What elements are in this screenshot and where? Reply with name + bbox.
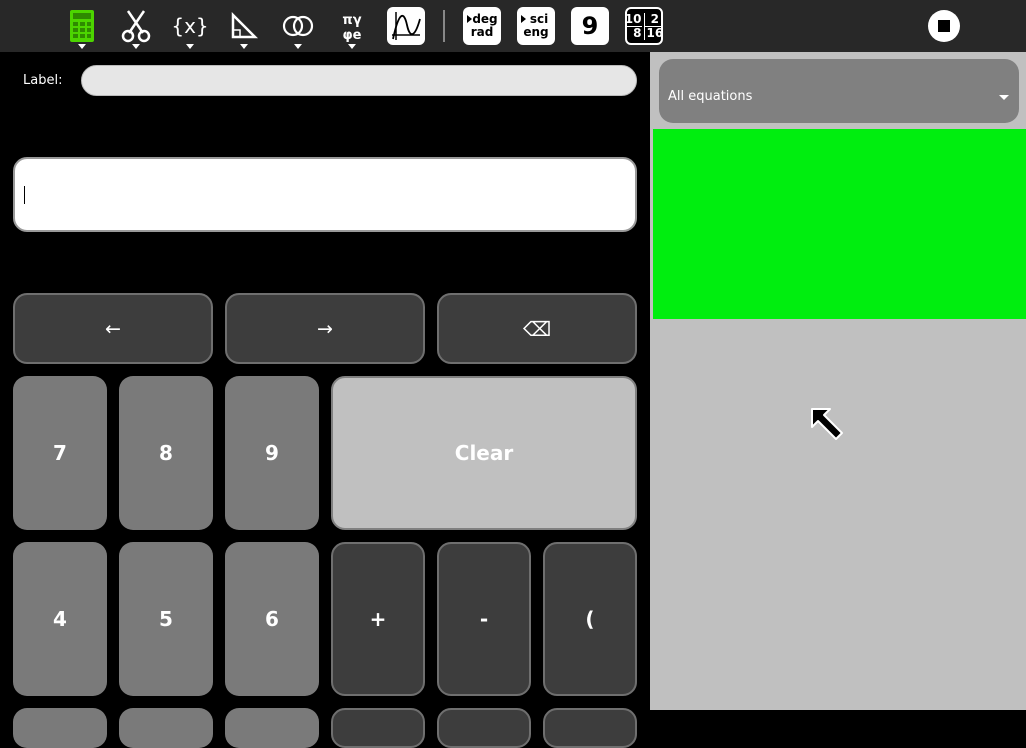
key-6-label: 6 bbox=[265, 607, 279, 631]
calculator-panel: Label: ← → ⌫ 7 8 9 Clear 4 5 6 + - ( bbox=[0, 52, 648, 748]
digits-button[interactable]: 9 bbox=[571, 7, 609, 45]
play-arrow-icon bbox=[521, 15, 526, 23]
key-7-label: 7 bbox=[53, 441, 67, 465]
key-4[interactable]: 4 bbox=[13, 542, 107, 696]
key-9-label: 9 bbox=[265, 441, 279, 465]
key-3[interactable] bbox=[225, 708, 319, 748]
calculator-tab[interactable] bbox=[64, 5, 100, 49]
base-grid: 10 2 8 16 bbox=[624, 11, 664, 40]
clear-label: Clear bbox=[454, 441, 514, 465]
notation-mode-button[interactable]: sci eng bbox=[517, 7, 555, 45]
angle-mode-button[interactable]: deg rad bbox=[463, 7, 501, 45]
play-arrow-icon bbox=[467, 15, 472, 23]
backspace-icon: ⌫ bbox=[522, 316, 552, 341]
constants-tab[interactable]: πγ φe bbox=[334, 5, 370, 49]
boolean-icon bbox=[282, 15, 314, 37]
equation-filter-value: All equations bbox=[668, 89, 753, 104]
svg-text:πγ: πγ bbox=[342, 13, 361, 28]
key-6[interactable]: 6 bbox=[225, 542, 319, 696]
open-paren-button[interactable]: ( bbox=[543, 542, 637, 696]
digits-value: 9 bbox=[581, 12, 599, 40]
key-1[interactable] bbox=[13, 708, 107, 748]
variables-icon: {x} bbox=[173, 14, 207, 38]
cursor-right-button[interactable]: → bbox=[225, 293, 425, 364]
scissors-icon bbox=[121, 10, 151, 43]
graph-area bbox=[653, 129, 1026, 319]
cursor-right-label: → bbox=[317, 317, 333, 340]
key-5-label: 5 bbox=[159, 607, 173, 631]
backspace-button[interactable]: ⌫ bbox=[437, 293, 637, 364]
key-7[interactable]: 7 bbox=[13, 376, 107, 530]
key-8-label: 8 bbox=[159, 441, 173, 465]
key-4-label: 4 bbox=[53, 607, 67, 631]
calculator-icon bbox=[70, 10, 94, 42]
history-panel: All equations bbox=[650, 52, 1026, 710]
variables-tab[interactable]: {x} bbox=[172, 5, 208, 49]
plus-button[interactable]: + bbox=[331, 542, 425, 696]
toolbar: {x} πγ φe deg rad sci eng 9 10 2 8 16 bbox=[0, 0, 1026, 52]
key-8[interactable]: 8 bbox=[119, 376, 213, 530]
stop-icon bbox=[928, 10, 960, 42]
svg-text:φe: φe bbox=[343, 28, 362, 42]
cursor-left-label: ← bbox=[105, 317, 121, 340]
multiply-button[interactable] bbox=[331, 708, 425, 748]
clear-button[interactable]: Clear bbox=[331, 376, 637, 530]
base-2: 2 bbox=[643, 12, 664, 26]
key-5[interactable]: 5 bbox=[119, 542, 213, 696]
label-caption: Label: bbox=[23, 73, 63, 88]
cursor-left-button[interactable]: ← bbox=[13, 293, 213, 364]
mouse-pointer-icon bbox=[811, 408, 843, 440]
constants-icon: πγ φe bbox=[342, 13, 362, 42]
base-8: 8 bbox=[624, 25, 642, 40]
stop-button[interactable] bbox=[926, 5, 962, 47]
chevron-down-icon bbox=[999, 95, 1009, 100]
svg-text:{x}: {x} bbox=[173, 14, 207, 38]
boolean-tab[interactable] bbox=[280, 5, 316, 49]
text-caret bbox=[24, 186, 25, 204]
plus-label: + bbox=[369, 607, 387, 631]
close-paren-button[interactable] bbox=[543, 708, 637, 748]
expression-input[interactable] bbox=[13, 157, 637, 232]
divide-button[interactable] bbox=[437, 708, 531, 748]
toolbar-separator bbox=[443, 10, 445, 42]
edit-tab[interactable] bbox=[118, 5, 154, 49]
base-16: 16 bbox=[643, 25, 664, 40]
minus-button[interactable]: - bbox=[437, 542, 531, 696]
trigonometry-icon bbox=[231, 12, 258, 39]
key-9[interactable]: 9 bbox=[225, 376, 319, 530]
equation-filter-select[interactable]: All equations bbox=[659, 59, 1019, 123]
base-10: 10 bbox=[624, 11, 642, 26]
trigonometry-tab[interactable] bbox=[226, 5, 262, 49]
base-button[interactable]: 10 2 8 16 bbox=[624, 7, 664, 45]
label-input[interactable] bbox=[81, 65, 637, 96]
plot-button[interactable] bbox=[387, 7, 425, 45]
notation-mode-eng: eng bbox=[523, 25, 549, 39]
key-2[interactable] bbox=[119, 708, 213, 748]
angle-mode-rad: rad bbox=[470, 25, 494, 39]
minus-label: - bbox=[479, 607, 489, 631]
open-paren-label: ( bbox=[585, 607, 595, 631]
plot-icon bbox=[392, 12, 421, 40]
